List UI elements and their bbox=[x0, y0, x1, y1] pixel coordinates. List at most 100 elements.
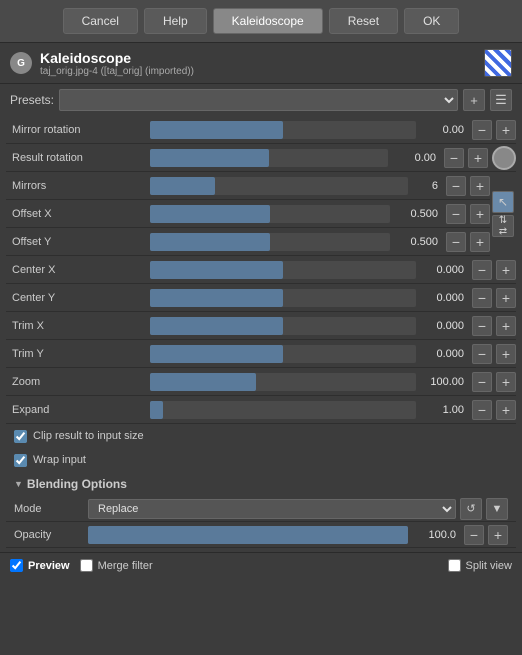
help-button[interactable]: Help bbox=[144, 8, 207, 34]
side-tools: ↖ ⇅⇄ bbox=[490, 172, 516, 256]
reset-button[interactable]: Reset bbox=[329, 8, 398, 34]
preview-checkbox[interactable] bbox=[10, 559, 23, 572]
merge-filter-checkbox[interactable] bbox=[80, 559, 93, 572]
offset-x-label: Offset X bbox=[6, 208, 146, 220]
cancel-button[interactable]: Cancel bbox=[63, 8, 138, 34]
ok-button[interactable]: OK bbox=[404, 8, 459, 34]
offset-y-minus[interactable]: − bbox=[446, 232, 466, 252]
clip-label[interactable]: Clip result to input size bbox=[33, 430, 144, 442]
mirror-rotation-minus[interactable]: − bbox=[472, 120, 492, 140]
zoom-bar[interactable] bbox=[150, 373, 416, 391]
param-row-offset-x: Offset X 0.500 − + bbox=[6, 200, 490, 228]
zoom-label: Zoom bbox=[6, 376, 146, 388]
center-x-minus[interactable]: − bbox=[472, 260, 492, 280]
opacity-value: 100.0 bbox=[412, 529, 460, 541]
wrap-label[interactable]: Wrap input bbox=[33, 454, 86, 466]
offset-x-bar[interactable] bbox=[150, 205, 390, 223]
zoom-plus[interactable]: + bbox=[496, 372, 516, 392]
header-text: Kaleidoscope taj_orig.jpg-4 ([taj_orig] … bbox=[40, 50, 484, 77]
mirror-rotation-value: 0.00 bbox=[420, 124, 468, 136]
expand-bar[interactable] bbox=[150, 401, 416, 419]
expand-plus[interactable]: + bbox=[496, 400, 516, 420]
plugin-title: Kaleidoscope bbox=[40, 50, 484, 66]
kaleidoscope-button[interactable]: Kaleidoscope bbox=[213, 8, 323, 34]
center-y-minus[interactable]: − bbox=[472, 288, 492, 308]
offset-y-value: 0.500 bbox=[394, 236, 442, 248]
split-view-checkbox[interactable] bbox=[448, 559, 461, 572]
expand-label: Expand bbox=[6, 404, 146, 416]
trim-x-minus[interactable]: − bbox=[472, 316, 492, 336]
center-x-plus[interactable]: + bbox=[496, 260, 516, 280]
mirrors-bar[interactable] bbox=[150, 177, 408, 195]
result-rotation-value: 0.00 bbox=[392, 152, 440, 164]
param-row-expand: Expand 1.00 − + bbox=[6, 396, 516, 424]
plugin-icon: G bbox=[10, 52, 32, 74]
blending-section-header[interactable]: ▼ Blending Options bbox=[6, 472, 516, 496]
mirrors-section: Mirrors 6 − + Offset X 0.500 − + Off bbox=[6, 172, 516, 256]
offset-y-bar[interactable] bbox=[150, 233, 390, 251]
blend-mode-label: Mode bbox=[14, 503, 84, 515]
trim-y-plus[interactable]: + bbox=[496, 344, 516, 364]
presets-menu-button[interactable]: ☰ bbox=[490, 89, 512, 111]
blend-mode-row: Mode Replace Normal Multiply Screen ↺ ▼ bbox=[6, 496, 516, 522]
param-row-mirror-rotation: Mirror rotation 0.00 − + bbox=[6, 116, 516, 144]
presets-row: Presets: + ☰ bbox=[0, 84, 522, 116]
offset-x-minus[interactable]: − bbox=[446, 204, 466, 224]
trim-x-plus[interactable]: + bbox=[496, 316, 516, 336]
zoom-value: 100.00 bbox=[420, 376, 468, 388]
merge-filter-label[interactable]: Merge filter bbox=[98, 560, 153, 572]
clip-checkbox[interactable] bbox=[14, 430, 27, 443]
plugin-header: G Kaleidoscope taj_orig.jpg-4 ([taj_orig… bbox=[0, 43, 522, 84]
mirrors-label: Mirrors bbox=[6, 180, 146, 192]
mirror-rotation-plus[interactable]: + bbox=[496, 120, 516, 140]
param-row-zoom: Zoom 100.00 − + bbox=[6, 368, 516, 396]
blend-opacity-label: Opacity bbox=[14, 529, 84, 541]
expand-value: 1.00 bbox=[420, 404, 468, 416]
merge-filter-row: Merge filter bbox=[80, 559, 153, 572]
presets-add-button[interactable]: + bbox=[463, 89, 485, 111]
opacity-plus[interactable]: + bbox=[488, 525, 508, 545]
blend-mode-cycle-button[interactable]: ↺ bbox=[460, 498, 482, 520]
result-rotation-bar[interactable] bbox=[150, 149, 388, 167]
param-row-offset-y: Offset Y 0.500 − + bbox=[6, 228, 490, 256]
center-y-bar[interactable] bbox=[150, 289, 416, 307]
blend-mode-select[interactable]: Replace Normal Multiply Screen bbox=[88, 499, 456, 519]
opacity-minus[interactable]: − bbox=[464, 525, 484, 545]
presets-label: Presets: bbox=[10, 93, 54, 107]
center-y-plus[interactable]: + bbox=[496, 288, 516, 308]
result-rotation-circle[interactable] bbox=[492, 146, 516, 170]
mirror-rotation-bar[interactable] bbox=[150, 121, 416, 139]
result-rotation-plus[interactable]: + bbox=[468, 148, 488, 168]
preview-thumbnail bbox=[484, 49, 512, 77]
param-row-center-y: Center Y 0.000 − + bbox=[6, 284, 516, 312]
param-row-center-x: Center X 0.000 − + bbox=[6, 256, 516, 284]
wrap-checkbox[interactable] bbox=[14, 454, 27, 467]
blend-mode-menu-button[interactable]: ▼ bbox=[486, 498, 508, 520]
trim-y-value: 0.000 bbox=[420, 348, 468, 360]
preview-label[interactable]: Preview bbox=[28, 560, 70, 572]
opacity-bar[interactable] bbox=[88, 526, 408, 544]
split-view-label[interactable]: Split view bbox=[466, 560, 512, 572]
pointer-tool-button[interactable]: ↖ bbox=[492, 191, 514, 213]
mirrors-minus[interactable]: − bbox=[446, 176, 466, 196]
blend-opacity-row: Opacity 100.0 − + bbox=[6, 522, 516, 548]
clip-checkbox-row: Clip result to input size bbox=[6, 424, 516, 448]
center-x-value: 0.000 bbox=[420, 264, 468, 276]
offset-y-label: Offset Y bbox=[6, 236, 146, 248]
mirror-rotation-label: Mirror rotation bbox=[6, 124, 146, 136]
trim-x-bar[interactable] bbox=[150, 317, 416, 335]
wrap-checkbox-row: Wrap input bbox=[6, 448, 516, 472]
plugin-subtitle: taj_orig.jpg-4 ([taj_orig] (imported)) bbox=[40, 66, 484, 77]
zoom-minus[interactable]: − bbox=[472, 372, 492, 392]
center-y-value: 0.000 bbox=[420, 292, 468, 304]
offset-y-plus[interactable]: + bbox=[470, 232, 490, 252]
trim-y-bar[interactable] bbox=[150, 345, 416, 363]
mirrors-plus[interactable]: + bbox=[470, 176, 490, 196]
presets-select[interactable] bbox=[59, 89, 458, 111]
expand-minus[interactable]: − bbox=[472, 400, 492, 420]
result-rotation-minus[interactable]: − bbox=[444, 148, 464, 168]
trim-y-minus[interactable]: − bbox=[472, 344, 492, 364]
offset-x-plus[interactable]: + bbox=[470, 204, 490, 224]
move-tool-button[interactable]: ⇅⇄ bbox=[492, 215, 514, 237]
center-x-bar[interactable] bbox=[150, 261, 416, 279]
